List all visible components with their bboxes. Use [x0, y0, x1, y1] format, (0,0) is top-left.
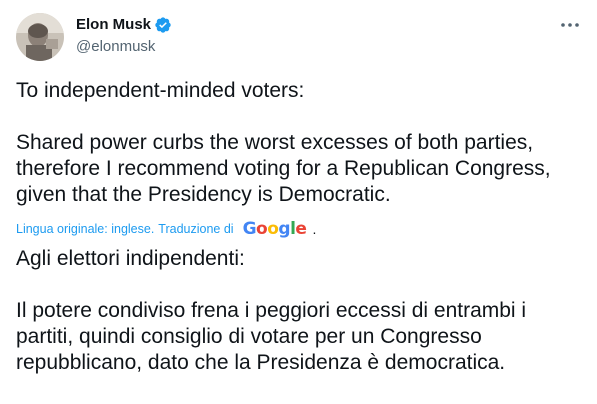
- translation-note: Lingua originale: inglese. Traduzione di…: [16, 218, 316, 240]
- original-language-link[interactable]: Lingua originale: inglese.: [16, 222, 154, 236]
- google-logo[interactable]: Google: [243, 218, 307, 240]
- tweet-original-text: To independent-minded voters: Shared pow…: [16, 79, 551, 206]
- translation-trailing-dot: .: [312, 221, 317, 237]
- author-display-name[interactable]: Elon Musk: [76, 15, 151, 35]
- author-name-row: Elon Musk: [76, 15, 172, 35]
- translated-by-label[interactable]: Traduzione di: [158, 222, 233, 236]
- avatar[interactable]: [16, 13, 64, 61]
- author-block: Elon Musk @elonmusk: [76, 15, 172, 57]
- tweet-card: Elon Musk @elonmusk To independent-minde…: [0, 0, 597, 404]
- verified-badge-icon: [154, 16, 172, 34]
- author-handle[interactable]: @elonmusk: [76, 37, 172, 57]
- tweet-translated-text: Agli elettori indipendenti: Il potere co…: [16, 247, 527, 374]
- more-options-icon[interactable]: [559, 14, 581, 36]
